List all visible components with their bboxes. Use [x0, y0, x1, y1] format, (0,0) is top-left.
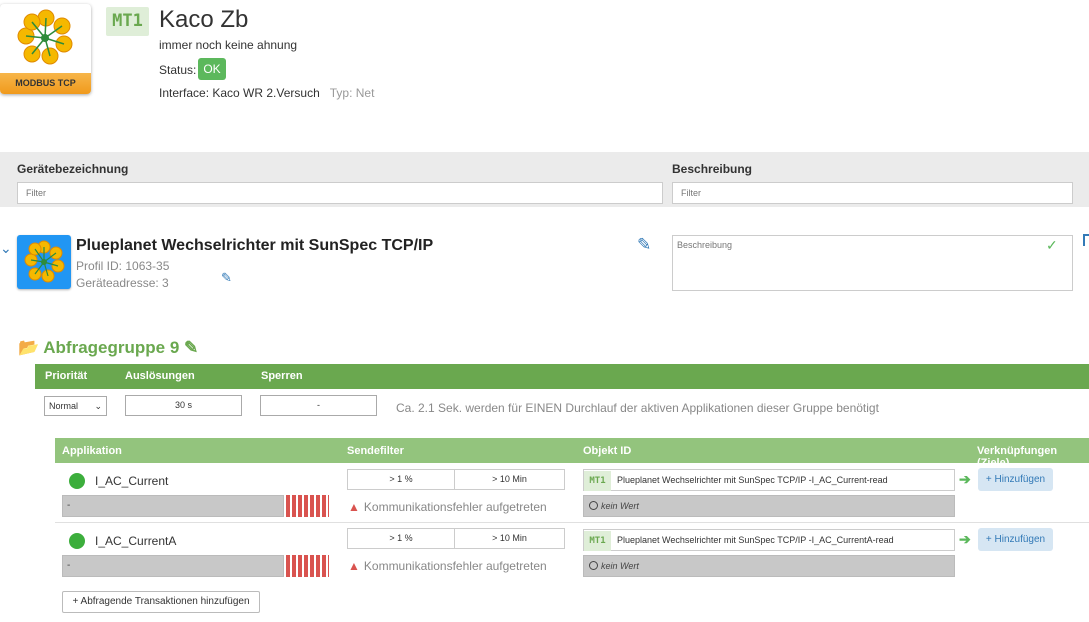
filter-time[interactable]: > 10 Min: [455, 470, 564, 489]
no-value-text: kein Wert: [601, 561, 639, 571]
empty-circle-icon: [589, 561, 598, 570]
object-id-text: Plueplanet Wechselrichter mit SunSpec TC…: [617, 475, 888, 485]
col-priority: Priorität: [45, 370, 88, 382]
priority-select[interactable]: Normal ⌄: [44, 396, 107, 416]
link-arrow-icon: ➔: [959, 471, 971, 487]
error-text: Kommunikationsfehler aufgetreten: [363, 500, 547, 514]
error-message: ▲ Kommunikationsfehler aufgetreten: [348, 500, 547, 514]
device-type-badge: MT1: [106, 7, 149, 36]
app-value-bar: -: [62, 555, 284, 577]
name-filter-input[interactable]: [17, 182, 663, 204]
row-divider: [55, 522, 1089, 523]
confirm-check-icon[interactable]: ✓: [1046, 237, 1058, 254]
col-triggers: Auslösungen: [125, 370, 195, 382]
app-value-bar: -: [62, 495, 284, 517]
link-arrow-icon: ➔: [959, 531, 971, 547]
profile-icon: [17, 235, 71, 289]
device-address: Geräteadresse: 3: [76, 276, 169, 290]
object-id-text: Plueplanet Wechselrichter mit SunSpec TC…: [617, 535, 894, 545]
col-application: Applikation: [62, 445, 122, 457]
profile-title: Plueplanet Wechselrichter mit SunSpec TC…: [76, 237, 434, 254]
object-type-badge: MT1: [584, 531, 611, 551]
delete-icon[interactable]: [1083, 234, 1089, 246]
filter-bar: Gerätebezeichnung Beschreibung: [0, 152, 1089, 207]
status-label: Status:: [159, 63, 197, 77]
filter-percent[interactable]: > 1 %: [348, 470, 454, 489]
flower-network-icon: [24, 240, 65, 283]
add-link-button[interactable]: + Hinzufügen: [978, 468, 1053, 491]
device-subtitle: immer noch keine ahnung: [159, 38, 298, 52]
edit-group-pencil-icon[interactable]: ✎: [184, 338, 198, 357]
filter-label-description: Beschreibung: [672, 162, 753, 176]
device-logo: MODBUS TCP: [0, 4, 91, 94]
filter-label-name: Gerätebezeichnung: [17, 162, 129, 176]
filter-percent[interactable]: > 1 %: [348, 529, 454, 548]
edit-address-pencil-icon[interactable]: ✎: [221, 270, 232, 286]
add-transactions-button[interactable]: + Abfragende Transaktionen hinzufügen: [62, 591, 260, 613]
interface-text: Interface: Kaco WR 2.Versuch: [159, 86, 320, 100]
send-filter[interactable]: > 1 % > 10 Min: [347, 469, 565, 490]
col-locks: Sperren: [261, 370, 303, 382]
description-filter-input[interactable]: [672, 182, 1073, 204]
app-name: I_AC_CurrentA: [95, 534, 177, 548]
app-name: I_AC_Current: [95, 474, 169, 488]
object-value: kein Wert: [583, 495, 955, 517]
add-link-button[interactable]: + Hinzufügen: [978, 528, 1053, 551]
flower-network-icon: [17, 9, 73, 65]
object-id-field[interactable]: MT1 Plueplanet Wechselrichter mit SunSpec…: [583, 529, 955, 551]
edit-profile-pencil-icon[interactable]: ✎: [637, 235, 651, 255]
warning-icon: ▲: [348, 559, 360, 573]
folder-open-icon: 📂: [18, 338, 40, 357]
error-text: Kommunikationsfehler aufgetreten: [363, 559, 547, 573]
type-text: Typ: Net: [329, 86, 375, 100]
device-title: Kaco Zb: [159, 6, 249, 33]
warning-icon: ▲: [348, 500, 360, 514]
collapse-chevron-icon[interactable]: ⌄: [0, 240, 12, 257]
error-history-bars: [286, 555, 329, 577]
app-status-dot: [69, 473, 85, 489]
empty-circle-icon: [589, 501, 598, 510]
send-filter[interactable]: > 1 % > 10 Min: [347, 528, 565, 549]
no-value-text: kein Wert: [601, 501, 639, 511]
chevron-down-icon: ⌄: [94, 401, 102, 411]
profile-id: Profil ID: 1063-35: [76, 259, 170, 273]
error-history-bars: [286, 495, 329, 517]
lock-input[interactable]: -: [260, 395, 377, 416]
col-send-filter: Sendefilter: [347, 445, 404, 457]
col-object-id: Objekt ID: [583, 445, 632, 457]
object-value: kein Wert: [583, 555, 955, 577]
description-field[interactable]: Beschreibung: [672, 235, 1073, 291]
object-type-badge: MT1: [584, 471, 611, 491]
filter-time[interactable]: > 10 Min: [455, 529, 564, 548]
object-id-field[interactable]: MT1 Plueplanet Wechselrichter mit SunSpec…: [583, 469, 955, 491]
app-status-dot: [69, 533, 85, 549]
group-title-text: Abfragegruppe 9: [43, 338, 180, 357]
group-hint: Ca. 2.1 Sek. werden für EINEN Durchlauf …: [396, 401, 879, 415]
group-header-bar: Priorität Auslösungen Sperren: [35, 364, 1089, 389]
priority-value: Normal: [49, 401, 79, 411]
interface-info: Interface: Kaco WR 2.Versuch Typ: Net: [159, 86, 374, 100]
error-message: ▲ Kommunikationsfehler aufgetreten: [348, 559, 547, 573]
logo-label: MODBUS TCP: [0, 73, 91, 94]
trigger-input[interactable]: 30 s: [125, 395, 242, 416]
col-links: Verknüpfungen (Ziele): [977, 445, 1058, 469]
apps-header-bar: Applikation Sendefilter Objekt ID Verknü…: [55, 438, 1089, 469]
status-badge: OK: [198, 58, 226, 80]
group-title: 📂 Abfragegruppe 9 ✎: [18, 338, 198, 358]
